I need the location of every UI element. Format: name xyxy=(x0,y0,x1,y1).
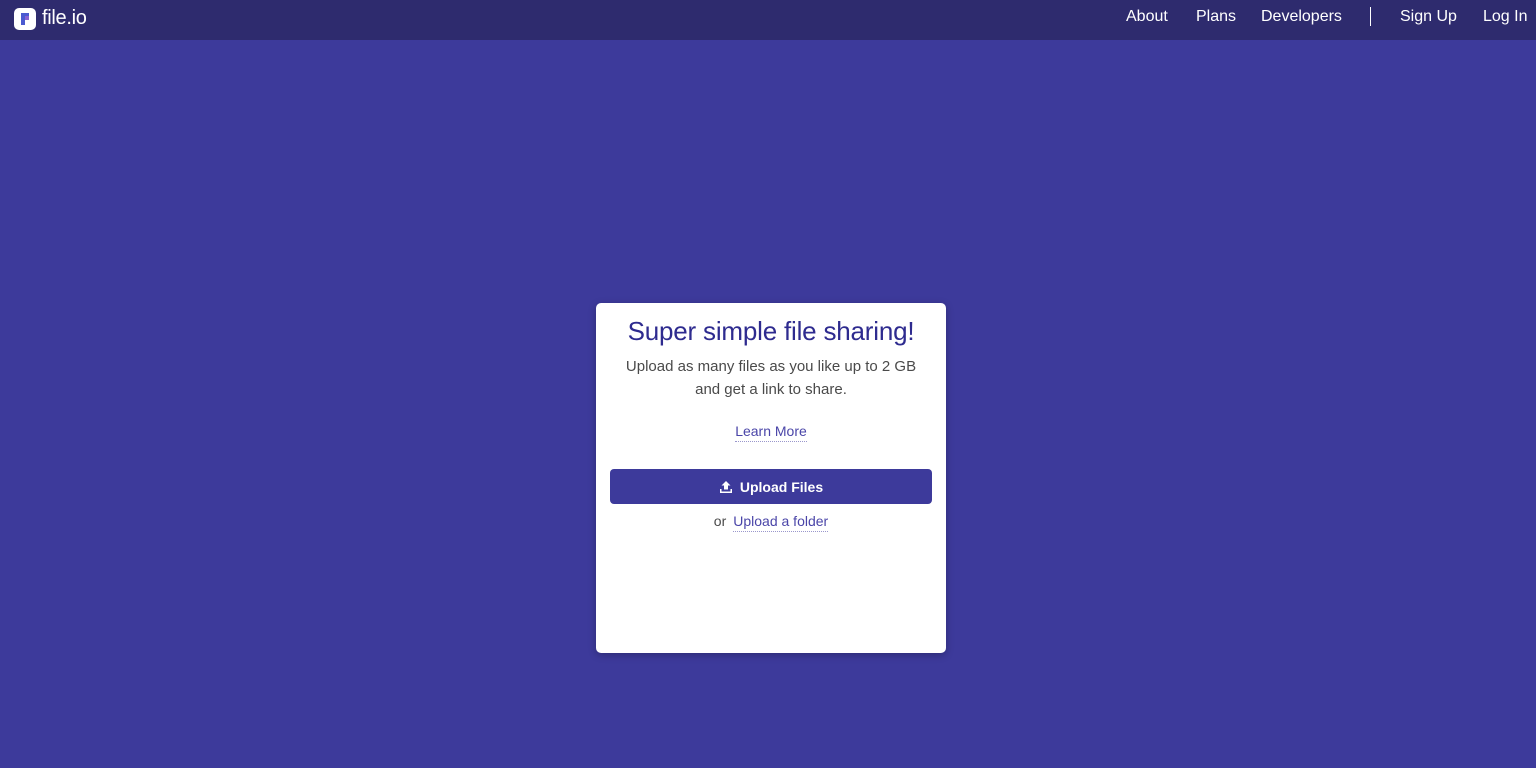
nav-link-plans[interactable]: Plans xyxy=(1196,8,1236,26)
learn-more-link[interactable]: Learn More xyxy=(735,423,807,442)
upload-card: Super simple file sharing! Upload as man… xyxy=(596,303,946,653)
upload-folder-line: or Upload a folder xyxy=(596,513,946,532)
top-navbar: file.io About Plans Developers Sign Up L… xyxy=(0,0,1536,40)
nav-divider xyxy=(1370,7,1371,26)
file-io-logo-icon xyxy=(14,7,36,30)
card-description: Upload as many files as you like up to 2… xyxy=(596,355,946,401)
description-line-2: and get a link to share. xyxy=(695,381,847,398)
card-title: Super simple file sharing! xyxy=(627,316,915,346)
brand-name: file.io xyxy=(42,7,87,29)
nav-link-developers[interactable]: Developers xyxy=(1261,8,1342,26)
brand-link[interactable]: file.io xyxy=(14,7,87,30)
log-in-link[interactable]: Log In xyxy=(1483,8,1527,26)
upload-folder-link[interactable]: Upload a folder xyxy=(733,513,829,532)
upload-files-label: Upload Files xyxy=(739,478,824,495)
sign-up-link[interactable]: Sign Up xyxy=(1400,8,1457,26)
nav-link-about[interactable]: About xyxy=(1126,8,1168,26)
description-line-1: Upload as many files as you like up to 2… xyxy=(625,358,917,375)
upload-files-button[interactable]: Upload Files xyxy=(610,469,932,504)
or-text: or xyxy=(713,513,727,529)
upload-icon xyxy=(719,480,732,493)
learn-more-container: Learn More xyxy=(596,423,946,442)
